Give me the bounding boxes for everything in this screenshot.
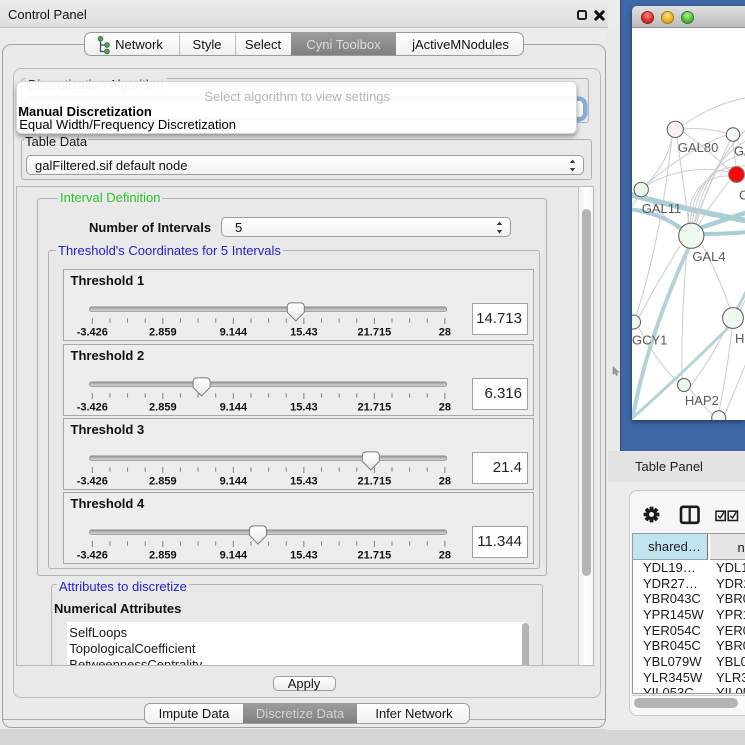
svg-text:15.43: 15.43 <box>290 476 318 488</box>
svg-text:-3.426: -3.426 <box>77 550 108 562</box>
svg-text:H: H <box>735 331 744 346</box>
svg-text:15.43: 15.43 <box>290 550 318 562</box>
svg-text:2.859: 2.859 <box>149 476 177 488</box>
svg-text:28: 28 <box>439 327 451 339</box>
svg-text:2.859: 2.859 <box>149 327 177 339</box>
svg-text:2.859: 2.859 <box>149 550 177 562</box>
svg-text:9.144: 9.144 <box>220 476 248 488</box>
svg-text:28: 28 <box>439 401 451 413</box>
svg-text:GAL80: GAL80 <box>678 140 718 155</box>
svg-text:15.43: 15.43 <box>290 401 318 413</box>
svg-text:-3.426: -3.426 <box>77 401 108 413</box>
svg-text:-3.426: -3.426 <box>77 327 108 339</box>
svg-text:GCY1: GCY1 <box>632 333 667 348</box>
svg-text:9.144: 9.144 <box>220 550 248 562</box>
svg-text:28: 28 <box>439 476 451 488</box>
svg-text:28: 28 <box>439 550 451 562</box>
svg-text:9.144: 9.144 <box>220 327 248 339</box>
svg-text:GAL4: GAL4 <box>692 249 725 264</box>
svg-text:GA: GA <box>734 144 745 159</box>
svg-text:2.859: 2.859 <box>149 401 177 413</box>
svg-text:15.43: 15.43 <box>290 327 318 339</box>
svg-text:21.715: 21.715 <box>358 476 392 488</box>
svg-text:21.715: 21.715 <box>358 327 392 339</box>
svg-text:-3.426: -3.426 <box>77 476 108 488</box>
svg-text:GAL11: GAL11 <box>642 201 682 216</box>
svg-text:HAP2: HAP2 <box>685 393 719 408</box>
svg-text:9.144: 9.144 <box>220 401 248 413</box>
svg-text:21.715: 21.715 <box>358 550 392 562</box>
svg-text:CY: CY <box>739 188 745 203</box>
svg-text:21.715: 21.715 <box>358 401 392 413</box>
